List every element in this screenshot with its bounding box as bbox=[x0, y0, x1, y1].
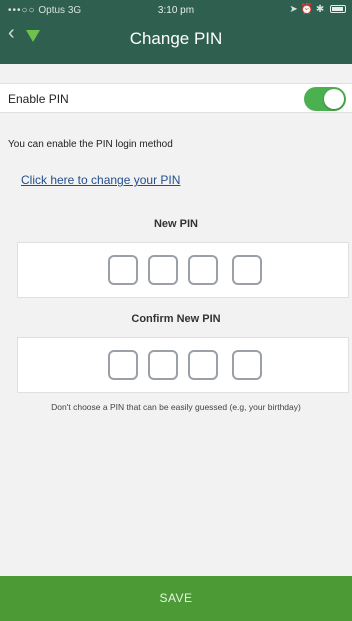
new-pin-box bbox=[17, 242, 349, 298]
new-pin-digit-1[interactable] bbox=[108, 255, 138, 285]
info-text: You can enable the PIN login method bbox=[8, 139, 173, 150]
confirm-pin-digit-1[interactable] bbox=[108, 350, 138, 380]
confirm-pin-digit-3[interactable] bbox=[188, 350, 218, 380]
enable-pin-label: Enable PIN bbox=[8, 92, 69, 106]
page-title: Change PIN bbox=[129, 29, 223, 48]
alarm-icon: ⏰ bbox=[300, 4, 314, 15]
new-pin-label: New PIN bbox=[153, 218, 198, 230]
new-pin-digits bbox=[108, 255, 262, 287]
new-pin-digit-2[interactable] bbox=[148, 255, 178, 285]
toggle-knob bbox=[324, 89, 344, 109]
confirm-pin-box bbox=[17, 337, 349, 393]
status-icons: ➤ ⏰ ✱ bbox=[289, 4, 346, 15]
new-pin-digit-3[interactable] bbox=[188, 255, 218, 285]
pin-hint-text: Don't choose a PIN that can be easily gu… bbox=[51, 402, 301, 412]
battery-icon bbox=[330, 5, 346, 14]
status-bar: •••○○ Optus 3G 3:10 pm ➤ ⏰ ✱ bbox=[0, 0, 352, 20]
new-pin-digit-4[interactable] bbox=[232, 255, 262, 285]
bluetooth-icon: ✱ bbox=[315, 4, 325, 15]
change-pin-link[interactable]: Click here to change your PIN bbox=[21, 173, 180, 187]
enable-pin-toggle[interactable] bbox=[304, 87, 346, 111]
confirm-pin-digit-2[interactable] bbox=[148, 350, 178, 380]
confirm-pin-digits bbox=[108, 350, 262, 382]
save-button[interactable]: SAVE bbox=[0, 576, 352, 621]
enable-pin-row: Enable PIN bbox=[0, 83, 352, 113]
location-icon: ➤ bbox=[289, 4, 298, 15]
confirm-pin-digit-4[interactable] bbox=[232, 350, 262, 380]
app-header: •••○○ Optus 3G 3:10 pm ➤ ⏰ ✱ ‹ Change PI… bbox=[0, 0, 352, 64]
confirm-pin-label: Confirm New PIN bbox=[131, 313, 221, 325]
